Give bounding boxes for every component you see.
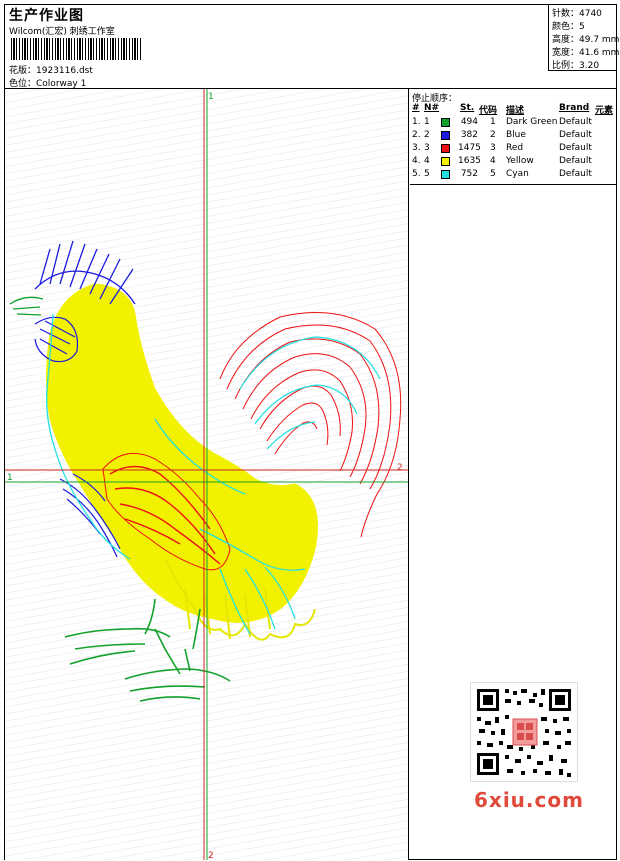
- axis-h-right-label: 2: [397, 463, 403, 473]
- color-swatch: [441, 144, 450, 153]
- stat-height: 高度：49.7 mm: [552, 35, 620, 45]
- axis-v-bottom-label: 2: [208, 851, 214, 860]
- site-watermark: 6xiu.com: [474, 788, 584, 812]
- cell-brand: Default: [559, 143, 592, 153]
- cell-code: 2: [490, 130, 496, 140]
- col-header-index: #: [412, 103, 420, 113]
- cell-st: 752: [460, 169, 478, 179]
- cell-brand: Default: [559, 117, 592, 127]
- cell-idx: 3.: [412, 143, 421, 153]
- colorway-label: 色位：: [9, 79, 37, 89]
- stat-width: 宽度：41.6 mm: [552, 48, 620, 58]
- cell-idx: 5.: [412, 169, 421, 179]
- cell-brand: Default: [559, 156, 592, 166]
- cell-desc: Dark Green: [506, 117, 558, 127]
- col-header-n: N#: [424, 103, 440, 113]
- rooster-embroidery: 1 2 1 2: [5, 89, 408, 860]
- cell-desc: Blue: [506, 130, 526, 140]
- cell-code: 5: [490, 169, 496, 179]
- sheet-title: 生产作业图: [9, 8, 84, 24]
- col-header-element: 元素: [595, 106, 614, 116]
- sheet-header: 生产作业图 Wilcom(汇宏) 刺绣工作室 花版：1923116.dst 色位…: [5, 5, 620, 89]
- color-stop-row[interactable]: 3. 3 1475 3 Red Default: [410, 143, 616, 156]
- cell-idx: 4.: [412, 156, 421, 166]
- cell-desc: Red: [506, 143, 524, 153]
- qr-code: [470, 682, 578, 782]
- cell-n: 4: [424, 156, 430, 166]
- cell-n: 3: [424, 143, 430, 153]
- color-swatch: [441, 157, 450, 166]
- axis-h-left-label: 1: [7, 473, 13, 483]
- col-header-stitches: St.: [460, 103, 475, 113]
- stat-colors: 颜色：5: [552, 22, 585, 32]
- cell-brand: Default: [559, 169, 592, 179]
- color-swatch: [441, 170, 450, 179]
- stat-stitches: 针数：4740: [552, 9, 602, 19]
- cell-idx: 1.: [412, 117, 421, 127]
- cell-n: 2: [424, 130, 430, 140]
- barcode: [11, 38, 143, 60]
- design-file: 1923116.dst: [36, 66, 93, 76]
- design-stats: 针数：4740 颜色：5 高度：49.7 mm 宽度：41.6 mm 比例：3.…: [548, 5, 620, 71]
- cell-st: 494: [460, 117, 478, 127]
- cell-desc: Yellow: [506, 156, 534, 166]
- qr-code-image: [477, 689, 571, 777]
- cell-code: 3: [490, 143, 496, 153]
- cell-code: 4: [490, 156, 496, 166]
- cell-idx: 2.: [412, 130, 421, 140]
- colorway-value: Colorway 1: [36, 79, 87, 89]
- cell-code: 1: [490, 117, 496, 127]
- stop-sequence-table: 停止顺序： # N# St. 代码 描述 Brand 元素 1. 1 494 1 Dar…: [410, 89, 616, 185]
- axis-v-top-label: 1: [208, 92, 214, 102]
- cell-n: 1: [424, 117, 430, 127]
- studio-name: Wilcom(汇宏) 刺绣工作室: [9, 27, 115, 37]
- cell-desc: Cyan: [506, 169, 529, 179]
- beak-green-fill: [9, 296, 44, 316]
- col-header-desc: 描述: [506, 106, 525, 116]
- col-header-brand: Brand: [559, 103, 590, 113]
- design-file-line: 花版：1923116.dst: [9, 63, 93, 76]
- stitch-preview: 1 2 1 2: [5, 89, 409, 860]
- color-stop-row[interactable]: 2. 2 382 2 Blue Default: [410, 130, 616, 143]
- stat-scale: 比例：3.20: [552, 61, 600, 71]
- design-label: 花版：: [9, 66, 37, 76]
- colorway-line: 色位：Colorway 1: [9, 76, 86, 89]
- col-header-code: 代码: [479, 106, 498, 116]
- color-stop-row[interactable]: 5. 5 752 5 Cyan Default: [410, 169, 616, 182]
- cell-st: 1635: [458, 156, 481, 166]
- cell-brand: Default: [559, 130, 592, 140]
- color-stop-row[interactable]: 4. 4 1635 4 Yellow Default: [410, 156, 616, 169]
- color-swatch: [441, 118, 450, 127]
- body-yellow-fill: [46, 283, 318, 641]
- cell-n: 5: [424, 169, 430, 179]
- cell-st: 382: [460, 130, 478, 140]
- color-swatch: [441, 131, 450, 140]
- color-stop-row[interactable]: 1. 1 494 1 Dark Green Default: [410, 117, 616, 130]
- cell-st: 1475: [458, 143, 481, 153]
